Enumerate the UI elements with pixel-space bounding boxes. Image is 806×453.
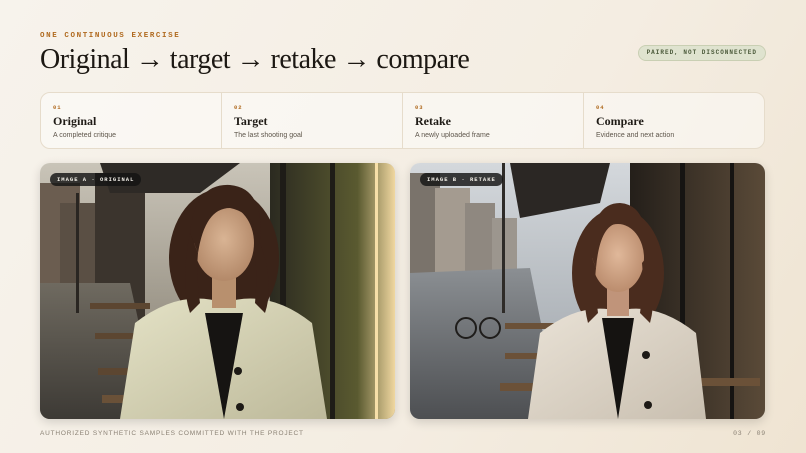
footer-note: AUTHORIZED SYNTHETIC SAMPLES COMMITTED W… bbox=[40, 430, 304, 437]
step-retake: 03 Retake A newly uploaded frame bbox=[403, 93, 584, 148]
step-title: Original bbox=[53, 114, 97, 128]
step-target: 02 Target The last shooting goal bbox=[222, 93, 403, 148]
step-original: 01 Original A completed critique bbox=[41, 93, 222, 148]
step-number: 01 bbox=[53, 104, 62, 111]
image-b-retake[interactable]: IMAGE B · RETAKE bbox=[410, 163, 765, 419]
eyebrow-label: ONE CONTINUOUS EXERCISE bbox=[40, 32, 181, 40]
step-number: 02 bbox=[234, 104, 243, 111]
image-label: IMAGE B · RETAKE bbox=[420, 173, 503, 186]
step-compare: 04 Compare Evidence and next action bbox=[584, 93, 764, 148]
steps-strip: 01 Original A completed critique 02 Targ… bbox=[40, 92, 765, 149]
step-number: 04 bbox=[596, 104, 605, 111]
page-title: Original → target → retake → compare bbox=[40, 44, 470, 75]
status-badge: PAIRED, NOT DISCONNECTED bbox=[637, 45, 766, 61]
step-subtitle: Evidence and next action bbox=[596, 132, 675, 139]
step-subtitle: A newly uploaded frame bbox=[415, 132, 490, 139]
step-subtitle: A completed critique bbox=[53, 132, 117, 139]
portrait-photo-b bbox=[410, 163, 765, 419]
step-title: Retake bbox=[415, 114, 451, 128]
page-counter: 03 / 09 bbox=[733, 430, 766, 437]
portrait-photo-a bbox=[40, 163, 395, 419]
image-label: IMAGE A · ORIGINAL bbox=[50, 173, 142, 186]
step-title: Target bbox=[234, 114, 268, 128]
step-number: 03 bbox=[415, 104, 424, 111]
step-subtitle: The last shooting goal bbox=[234, 132, 303, 139]
step-title: Compare bbox=[596, 114, 644, 128]
image-a-original[interactable]: IMAGE A · ORIGINAL bbox=[40, 163, 395, 419]
